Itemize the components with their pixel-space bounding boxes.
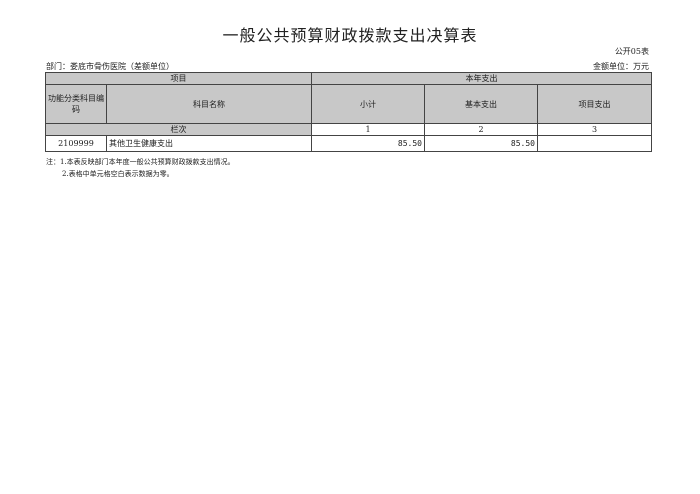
form-code: 公开05表: [614, 47, 649, 56]
note-2: 2.表格中单元格空白表示数据为零。: [62, 170, 174, 178]
note-1: 注：1.本表反映部门本年度一般公共预算财政拨款支出情况。: [46, 158, 235, 166]
col-header-basic: 基本支出: [424, 84, 538, 124]
amount-unit-label: 金额单位：万元: [593, 62, 649, 71]
cell-basic: 85.50: [424, 135, 538, 152]
department-label: 部门：娄底市骨伤医院（差额单位）: [46, 62, 174, 71]
row-index-1: 1: [311, 123, 425, 136]
expenditure-table: 项目 本年支出 功能分类科目编码 科目名称 小计 基本支出 项目支出 栏次 1 …: [45, 72, 653, 152]
col-header-name: 科目名称: [106, 84, 312, 124]
cell-code: 2109999: [45, 135, 107, 152]
header-project: 项目: [45, 72, 312, 85]
col-header-project: 项目支出: [536, 84, 653, 124]
header-current-year: 本年支出: [310, 72, 653, 85]
row-index-3: 3: [536, 123, 653, 136]
cell-subtotal: 85.50: [311, 135, 425, 152]
col-header-subtotal: 小计: [311, 84, 425, 124]
row-index-label: 栏次: [45, 123, 312, 136]
table-row: 2109999 其他卫生健康支出 85.50 85.50: [45, 135, 653, 152]
cell-name: 其他卫生健康支出: [106, 135, 312, 152]
row-index-2: 2: [424, 123, 538, 136]
page-title: 一般公共预算财政拨款支出决算表: [222, 26, 478, 45]
col-header-code: 功能分类科目编码: [45, 84, 107, 124]
cell-project: [536, 135, 653, 152]
